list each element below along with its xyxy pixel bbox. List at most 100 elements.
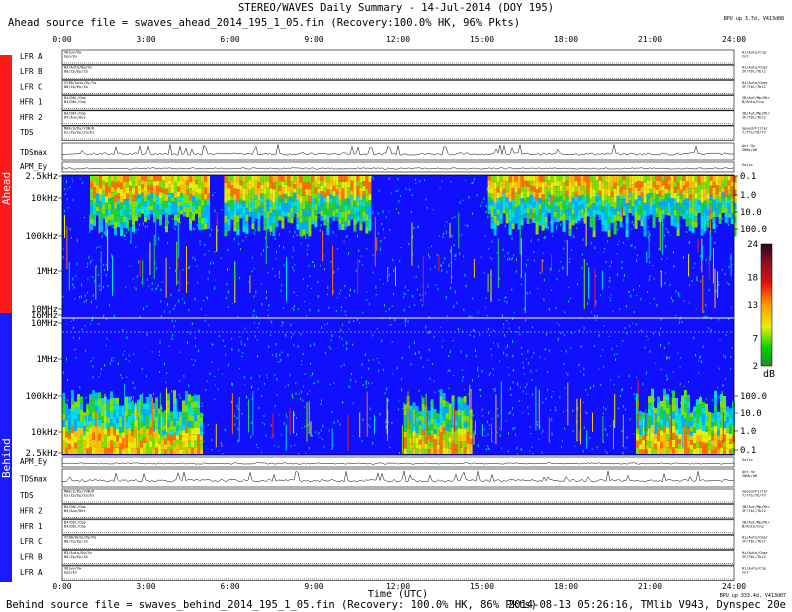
- heatmap-cell: [128, 354, 130, 357]
- heatmap-cell: [668, 389, 670, 392]
- heatmap-cell: [660, 406, 663, 413]
- heatmap-cell: [449, 223, 451, 238]
- heatmap-cell: [356, 196, 360, 202]
- heatmap-cell: [403, 426, 407, 432]
- heatmap-cell: [265, 296, 267, 300]
- heatmap-cell: [192, 181, 195, 186]
- heatmap-cell: [551, 235, 553, 237]
- heatmap-cell: [195, 197, 198, 202]
- heatmap-cell: [479, 333, 481, 336]
- heatmap-cell: [126, 231, 128, 234]
- heatmap-cell: [106, 318, 107, 320]
- heatmap-cell: [664, 184, 668, 190]
- heatmap-cell: [685, 215, 689, 221]
- heatmap-cell: [526, 291, 528, 295]
- heatmap-cell: [182, 448, 185, 454]
- heatmap-cell: [629, 418, 631, 421]
- heatmap-cell: [631, 228, 633, 230]
- heatmap-cell: [329, 208, 333, 213]
- heatmap-cell: [319, 436, 321, 438]
- heatmap-cell: [302, 176, 306, 183]
- heatmap-cell: [550, 176, 554, 183]
- heatmap-cell: [654, 433, 657, 439]
- heatmap-cell: [658, 248, 660, 250]
- heatmap-cell: [589, 181, 593, 188]
- panel-label: TDSmax: [20, 148, 48, 157]
- heatmap-cell: [339, 423, 341, 426]
- heatmap-cell: [463, 415, 467, 422]
- heatmap-cell: [260, 193, 264, 199]
- heatmap-cell: [474, 420, 476, 435]
- heatmap-cell: [108, 192, 111, 199]
- heatmap-cell: [538, 192, 542, 199]
- heatmap-cell: [143, 409, 146, 415]
- heatmap-cell: [332, 216, 336, 221]
- heatmap-cell: [179, 416, 182, 422]
- heatmap-cell: [328, 429, 330, 432]
- heatmap-cell: [702, 407, 705, 414]
- heatmap-cell: [497, 343, 499, 345]
- heatmap-cell: [68, 449, 71, 454]
- heatmap-cell: [448, 355, 450, 357]
- colorbar-tick-label: 13: [747, 301, 758, 311]
- heatmap-cell: [699, 428, 702, 436]
- heatmap-cell: [628, 192, 632, 197]
- heatmap-cell: [580, 180, 584, 186]
- heatmap-cell: [668, 341, 670, 345]
- heatmap-cell: [267, 246, 269, 248]
- heatmap-cell: [685, 198, 689, 204]
- heatmap-cell: [198, 205, 201, 212]
- panel-frame: [61, 565, 735, 581]
- heatmap-cell: [173, 307, 175, 310]
- heatmap-cell: [284, 207, 288, 213]
- heatmap-cell: [727, 194, 731, 200]
- heatmap-cell: [631, 202, 635, 207]
- heatmap-cell: [550, 194, 554, 202]
- heatmap-cell: [295, 382, 297, 384]
- heatmap-cell: [310, 375, 312, 377]
- heatmap-cell: [107, 411, 110, 418]
- panel-mode-text: B0/Zp/Ep/Zo: [64, 540, 88, 544]
- heatmap-cell: [529, 176, 533, 181]
- heatmap-cell: [189, 176, 192, 182]
- heatmap-cell: [372, 212, 374, 214]
- heatmap-cell: [532, 326, 533, 329]
- heatmap-cell: [170, 411, 173, 417]
- heatmap-cell: [353, 176, 357, 183]
- heatmap-cell: [499, 186, 503, 192]
- heatmap-cell: [463, 396, 467, 403]
- heatmap-cell: [120, 202, 123, 210]
- heatmap-cell: [174, 187, 177, 193]
- heatmap-cell: [153, 206, 156, 213]
- heatmap-cell: [337, 419, 339, 423]
- heatmap-cell: [179, 379, 181, 382]
- heatmap-cell: [512, 407, 514, 410]
- heatmap-cell: [194, 407, 197, 415]
- heatmap-cell: [571, 181, 575, 187]
- heatmap-cell: [640, 203, 644, 210]
- heatmap-cell: [678, 418, 681, 424]
- heatmap-cell: [705, 304, 707, 307]
- heatmap-cell: [307, 285, 308, 288]
- heatmap-cell: [531, 208, 533, 222]
- heatmap-cell: [368, 218, 372, 225]
- heatmap-cell: [574, 191, 578, 198]
- panel-frame: [61, 95, 735, 111]
- heatmap-cell: [172, 334, 174, 337]
- heatmap-cell: [463, 421, 467, 429]
- heatmap-cell: [559, 324, 560, 326]
- heatmap-cell: [206, 380, 208, 383]
- heatmap-cell: [682, 180, 686, 186]
- heatmap-cell: [488, 411, 490, 415]
- heatmap-cell: [204, 187, 207, 194]
- heatmap-cell: [89, 434, 92, 441]
- heatmap-cell: [345, 297, 347, 299]
- heatmap-cell: [604, 428, 606, 431]
- panel-frame: [61, 49, 735, 65]
- heatmap-cell: [305, 188, 309, 196]
- heatmap-cell: [73, 318, 75, 321]
- heatmap-cell: [667, 184, 671, 190]
- heatmap-cell: [445, 448, 449, 454]
- heatmap-cell: [347, 214, 351, 221]
- heatmap-cell: [245, 214, 249, 221]
